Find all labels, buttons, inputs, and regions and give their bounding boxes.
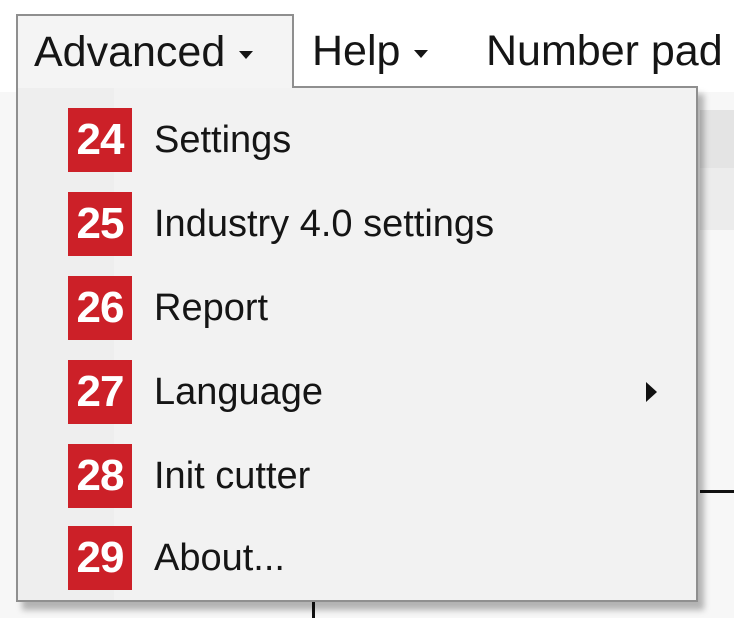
menu-item-label: About... [154, 536, 285, 579]
application-window: Advanced Help Number pad 24 Settings 25 … [0, 0, 734, 618]
chevron-down-icon [414, 50, 429, 58]
chevron-down-icon [239, 51, 254, 59]
background-panel [700, 168, 734, 230]
number-badge: 27 [68, 360, 132, 424]
menu-item-label: Industry 4.0 settings [154, 202, 495, 245]
menu-advanced[interactable]: Advanced [16, 14, 294, 88]
menu-item-industry-settings[interactable]: 25 Industry 4.0 settings [18, 182, 696, 266]
number-badge: 29 [68, 526, 132, 590]
menu-item-report[interactable]: 26 Report [18, 266, 696, 350]
advanced-dropdown-menu: 24 Settings 25 Industry 4.0 settings 26 … [16, 86, 698, 602]
menu-item-label: Language [154, 370, 324, 413]
menu-item-label: Report [154, 286, 269, 329]
menu-item-settings[interactable]: 24 Settings [18, 98, 696, 182]
menu-help[interactable]: Help [312, 14, 429, 88]
menu-help-label: Help [312, 26, 401, 75]
number-badge: 26 [68, 276, 132, 340]
menu-advanced-label: Advanced [34, 27, 226, 76]
menu-number-pad-label: Number pad [486, 26, 723, 75]
background-divider [312, 600, 315, 618]
menu-item-init-cutter[interactable]: 28 Init cutter [18, 434, 696, 518]
menu-item-about[interactable]: 29 About... [18, 516, 696, 600]
menu-bar: Advanced Help Number pad [0, 0, 734, 92]
menu-number-pad[interactable]: Number pad [486, 14, 723, 88]
background-divider [700, 490, 734, 493]
submenu-arrow-icon [646, 382, 657, 402]
number-badge: 25 [68, 192, 132, 256]
menu-item-label: Init cutter [154, 454, 311, 497]
background-panel [700, 110, 734, 168]
menu-item-label: Settings [154, 118, 292, 161]
number-badge: 24 [68, 108, 132, 172]
menu-item-language[interactable]: 27 Language [18, 350, 696, 434]
number-badge: 28 [68, 444, 132, 508]
